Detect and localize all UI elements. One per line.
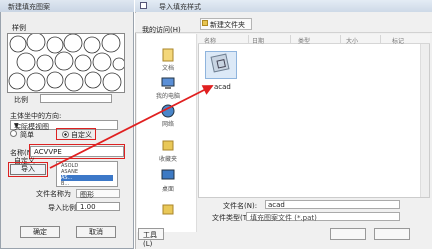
annotation-arrow <box>49 85 214 169</box>
annotation-arrow-line <box>49 85 214 169</box>
